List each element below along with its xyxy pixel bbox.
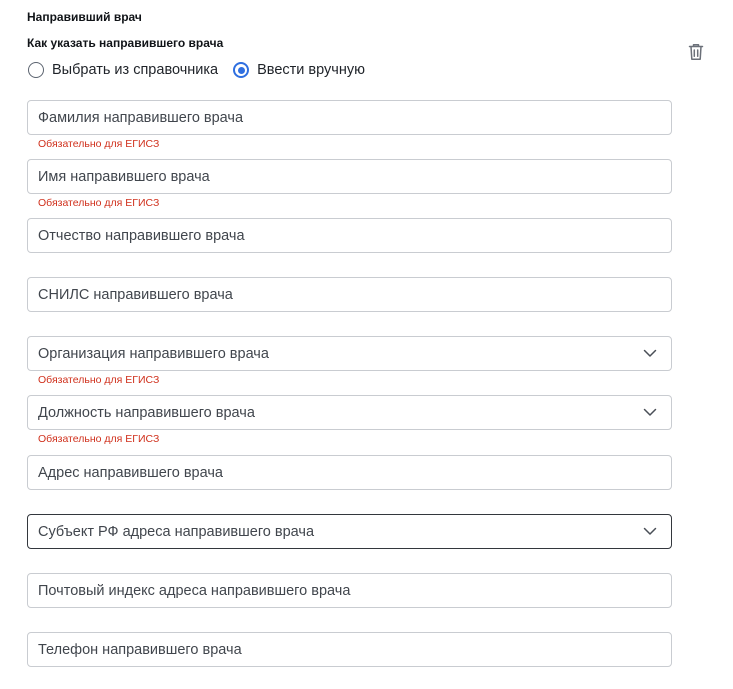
chevron-down-icon bbox=[643, 349, 657, 357]
radio-button-unchecked[interactable] bbox=[28, 62, 44, 78]
doctor-position-select[interactable]: Должность направившего врача bbox=[27, 395, 672, 430]
field-placeholder: Организация направившего врача bbox=[38, 345, 269, 362]
doctor-address-region-select[interactable]: Субъект РФ адреса направившего врача bbox=[27, 514, 672, 549]
required-hint: Обязательно для ЕГИСЗ bbox=[38, 433, 160, 445]
chevron-down-icon bbox=[643, 527, 657, 535]
doctor-snils-input[interactable]: СНИЛС направившего врача bbox=[27, 277, 672, 312]
doctor-organization-select[interactable]: Организация направившего врача bbox=[27, 336, 672, 371]
chevron-down-icon bbox=[643, 408, 657, 416]
required-hint: Обязательно для ЕГИСЗ bbox=[38, 374, 160, 386]
field-placeholder: Должность направившего врача bbox=[38, 404, 255, 421]
field-placeholder: СНИЛС направившего врача bbox=[38, 286, 233, 303]
doctor-input-mode-radio-group: Выбрать из справочника Ввести вручную bbox=[28, 60, 365, 80]
doctor-postal-code-input[interactable]: Почтовый индекс адреса направившего врач… bbox=[27, 573, 672, 608]
section-title: Направивший врач bbox=[27, 10, 142, 24]
radio-option-from-directory[interactable]: Выбрать из справочника bbox=[28, 62, 218, 78]
field-placeholder: Адрес направившего врача bbox=[38, 464, 223, 481]
field-placeholder: Почтовый индекс адреса направившего врач… bbox=[38, 582, 351, 599]
doctor-address-input[interactable]: Адрес направившего врача bbox=[27, 455, 672, 490]
required-hint: Обязательно для ЕГИСЗ bbox=[38, 138, 160, 150]
doctor-last-name-input[interactable]: Фамилия направившего врача bbox=[27, 100, 672, 135]
doctor-phone-input[interactable]: Телефон направившего врача bbox=[27, 632, 672, 667]
field-placeholder: Субъект РФ адреса направившего врача bbox=[38, 523, 315, 540]
radio-option-manual[interactable]: Ввести вручную bbox=[233, 62, 365, 78]
field-placeholder: Отчество направившего врача bbox=[38, 227, 245, 244]
field-placeholder: Телефон направившего врача bbox=[38, 641, 242, 658]
radio-label-from-directory: Выбрать из справочника bbox=[52, 62, 219, 78]
required-hint: Обязательно для ЕГИСЗ bbox=[38, 197, 160, 209]
mode-label: Как указать направившего врача bbox=[27, 36, 224, 50]
field-placeholder: Имя направившего врача bbox=[38, 168, 210, 185]
trash-icon[interactable] bbox=[686, 42, 706, 62]
doctor-first-name-input[interactable]: Имя направившего врача bbox=[27, 159, 672, 194]
radio-label-manual: Ввести вручную bbox=[257, 62, 365, 78]
doctor-patronymic-input[interactable]: Отчество направившего врача bbox=[27, 218, 672, 253]
radio-button-checked[interactable] bbox=[233, 62, 250, 78]
field-placeholder: Фамилия направившего врача bbox=[38, 109, 244, 126]
